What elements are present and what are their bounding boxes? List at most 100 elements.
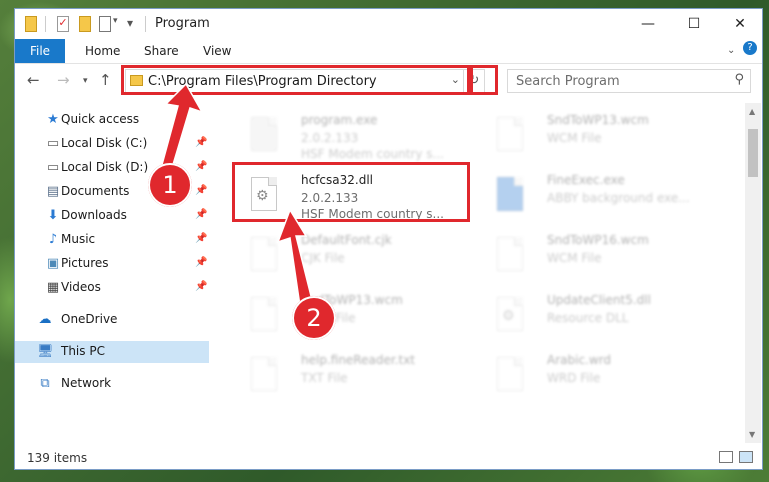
sidebar-item-onedrive[interactable]: ☁ OneDrive (15, 309, 209, 331)
file-item[interactable]: FineExec.exe ABBY background exe... (483, 171, 723, 225)
file-type: CJK File (301, 251, 345, 265)
search-box[interactable]: Search Program ⚲ (507, 69, 751, 93)
file-item[interactable]: SndToWP13.wcm WCM File (483, 111, 723, 165)
file-icon (497, 117, 527, 155)
dll-gear-icon: ⚙ (497, 297, 527, 335)
close-button[interactable]: ✕ (717, 9, 763, 39)
network-icon: ⧉ (40, 376, 50, 391)
file-icon (251, 357, 281, 395)
file-item[interactable]: SndToWP16.wcm WCM File (483, 231, 723, 285)
sidebar-item-label: Documents (61, 184, 130, 198)
sidebar-item-pictures[interactable]: ▣ Pictures 📌 (15, 253, 209, 275)
recent-locations-icon[interactable]: ▾ (83, 76, 88, 86)
navigation-pane: ★ Quick access ▭ Local Disk (C:) 📌 ▭ Loc… (15, 103, 209, 443)
sidebar-item-label: This PC (61, 344, 105, 358)
file-type: WCM File (547, 131, 602, 145)
sidebar-item-label: OneDrive (61, 312, 118, 326)
file-highlight-box (232, 162, 470, 222)
up-arrow-icon[interactable]: ↑ (99, 71, 112, 89)
exe-icon (251, 117, 281, 155)
file-type: WCM File (547, 251, 602, 265)
customize-toolbar-icon[interactable]: ▾ (127, 16, 133, 32)
file-type: Resource DLL (547, 311, 629, 325)
step-2-badge: 2 (292, 296, 336, 340)
tab-file[interactable]: File (15, 39, 65, 63)
pictures-icon: ▣ (46, 256, 60, 271)
file-name: DefaultFont.cjk (301, 233, 392, 247)
sidebar-item-music[interactable]: ♪ Music 📌 (15, 229, 209, 251)
file-item[interactable]: program.exe 2.0.2.133 HSF Modem country … (237, 111, 477, 165)
file-name: program.exe (301, 113, 378, 127)
drive-icon: ▭ (46, 160, 60, 175)
sidebar-item-label: Videos (61, 280, 101, 294)
tab-share[interactable]: Share (144, 39, 179, 63)
details-view-icon[interactable] (719, 451, 733, 463)
file-item[interactable]: help.fineReader.txt TXT File (237, 351, 477, 405)
file-item[interactable]: Arabic.wrd WRD File (483, 351, 723, 405)
minimize-button[interactable]: — (625, 9, 671, 39)
file-item[interactable]: SndToWP13.wcm WCM File (237, 291, 477, 345)
refresh-highlight-box (470, 65, 498, 95)
separator (145, 16, 146, 32)
scrollbar-thumb[interactable] (748, 129, 758, 177)
search-icon[interactable]: ⚲ (734, 72, 744, 87)
sidebar-item-label: Local Disk (C:) (61, 136, 148, 150)
file-icon (251, 237, 281, 275)
sidebar-item-downloads[interactable]: ⬇ Downloads 📌 (15, 205, 209, 227)
file-type: WRD File (547, 371, 601, 385)
sidebar-item-label: Music (61, 232, 96, 246)
new-folder-icon[interactable] (79, 16, 91, 32)
sidebar-item-label: Downloads (61, 208, 127, 222)
file-item[interactable]: ⚙ UpdateClient5.dll Resource DLL (483, 291, 723, 345)
properties-icon[interactable]: ✓ (57, 16, 69, 32)
help-icon[interactable]: ? (743, 41, 757, 55)
star-icon: ★ (47, 112, 59, 127)
file-name: FineExec.exe (547, 173, 625, 187)
sidebar-item-videos[interactable]: ▦ Videos 📌 (15, 277, 209, 299)
sidebar-item-local-disk-c[interactable]: ▭ Local Disk (C:) 📌 (15, 133, 209, 155)
file-type: TXT File (301, 371, 348, 385)
pin-icon: 📌 (195, 185, 208, 196)
ribbon-tabs: File Home Share View ⌄ ? (15, 39, 762, 64)
file-icon (251, 297, 281, 335)
pin-icon: 📌 (195, 161, 208, 172)
sidebar-item-network[interactable]: ⧉ Network (15, 373, 209, 395)
scroll-up-icon[interactable]: ▲ (749, 107, 755, 116)
file-description: ABBY background exe... (547, 191, 690, 205)
documents-icon: ▤ (46, 184, 60, 199)
step-1-badge: 1 (148, 163, 192, 207)
sidebar-item-label: Local Disk (D:) (61, 160, 149, 174)
sidebar-item-label: Quick access (61, 112, 140, 126)
large-icons-view-icon[interactable] (739, 451, 753, 463)
maximize-button[interactable]: ☐ (671, 9, 717, 39)
sidebar-item-quick-access[interactable]: ★ Quick access (15, 109, 209, 131)
tab-view[interactable]: View (203, 39, 231, 63)
sidebar-item-label: Pictures (61, 256, 109, 270)
file-name: help.fineReader.txt (301, 353, 415, 367)
search-placeholder: Search Program (516, 74, 620, 89)
exe-icon (497, 177, 527, 215)
back-arrow-icon[interactable]: ← (27, 71, 40, 89)
pin-icon: 📌 (195, 233, 208, 244)
expand-ribbon-icon[interactable]: ⌄ (727, 39, 735, 63)
chevron-down-icon[interactable]: ▾ (113, 16, 118, 32)
forward-arrow-icon[interactable]: → (57, 71, 70, 89)
file-name: Arabic.wrd (547, 353, 612, 367)
tab-home[interactable]: Home (85, 39, 120, 63)
file-name: SndToWP13.wcm (547, 113, 649, 127)
file-item[interactable]: DefaultFont.cjk CJK File (237, 231, 477, 285)
folder-icon (25, 16, 37, 32)
window-title: Program (155, 16, 210, 31)
music-icon: ♪ (48, 232, 58, 247)
file-list: program.exe 2.0.2.133 HSF Modem country … (217, 103, 745, 443)
file-name: SndToWP16.wcm (547, 233, 649, 247)
downloads-icon: ⬇ (47, 208, 59, 223)
sidebar-item-label: Network (61, 376, 112, 390)
sidebar-item-this-pc[interactable]: 🖥 This PC (15, 341, 209, 363)
vertical-scrollbar[interactable]: ▲ ▼ (745, 103, 761, 443)
pc-icon: 🖥 (37, 344, 54, 359)
checkbox-icon[interactable] (99, 16, 111, 32)
address-highlight-box (121, 65, 470, 95)
scroll-down-icon[interactable]: ▼ (749, 430, 755, 439)
videos-icon: ▦ (46, 280, 60, 295)
